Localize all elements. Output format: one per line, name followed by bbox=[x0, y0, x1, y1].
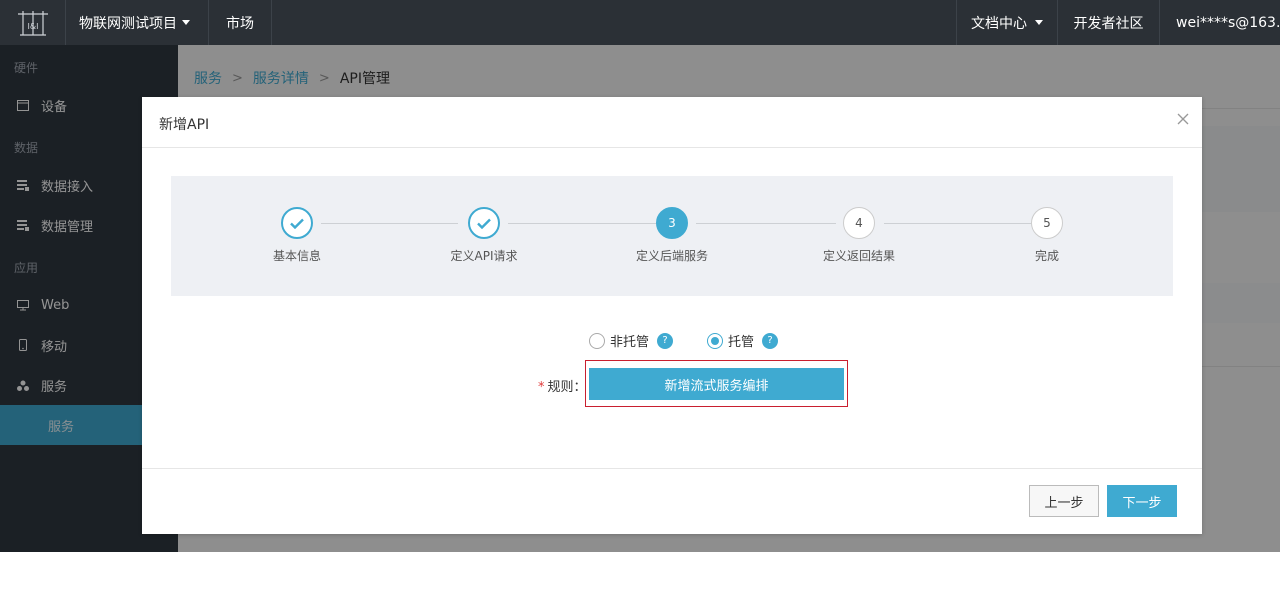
radio-unhosted[interactable] bbox=[589, 332, 605, 349]
brand-logo[interactable]: I&I bbox=[0, 0, 66, 45]
page-bottom bbox=[0, 552, 1280, 600]
nav-market-label: 市场 bbox=[226, 15, 254, 32]
step-complete: 5 完成 bbox=[987, 207, 1107, 264]
chevron-down-icon bbox=[1035, 20, 1043, 25]
rule-highlight-box: 新增流式服务编排 bbox=[585, 360, 848, 407]
user-email: wei****s@163.com bbox=[1176, 14, 1280, 31]
radio-hosted[interactable] bbox=[707, 332, 724, 349]
project-name: 物联网测试项目 bbox=[79, 15, 177, 32]
step-progress: 基本信息 定义API请求 3 定义后端服务 4 定义返回结果 5 完成 bbox=[171, 176, 1173, 296]
radio-label-hosted: 托管 bbox=[728, 335, 755, 350]
required-mark: * bbox=[538, 380, 545, 395]
top-navbar: I&I 物联网测试项目 市场 文档中心 开发者社区 wei****s@163.c… bbox=[0, 0, 1280, 45]
chevron-down-icon bbox=[182, 20, 190, 25]
nav-market[interactable]: 市场 bbox=[209, 0, 272, 45]
docs-label: 文档中心 bbox=[971, 15, 1027, 32]
step-number: 5 bbox=[1031, 207, 1063, 239]
help-icon[interactable]: ? bbox=[762, 332, 779, 349]
step-number: 3 bbox=[656, 207, 688, 239]
rule-field-label: * 规则： bbox=[538, 376, 587, 395]
dialog-footer-divider bbox=[142, 468, 1202, 469]
step-basic-info: 基本信息 bbox=[237, 207, 357, 264]
add-stream-orchestration-button[interactable]: 新增流式服务编排 bbox=[589, 368, 844, 400]
previous-step-button[interactable]: 上一步 bbox=[1029, 485, 1099, 517]
dialog-title: 新增API bbox=[159, 117, 210, 133]
step-define-request: 定义API请求 bbox=[424, 207, 544, 264]
rule-label-text: 规则： bbox=[547, 380, 587, 395]
step-label: 完成 bbox=[1034, 249, 1059, 263]
user-account[interactable]: wei****s@163.com bbox=[1159, 0, 1280, 45]
project-selector[interactable]: 物联网测试项目 bbox=[66, 0, 209, 45]
step-number: 4 bbox=[843, 207, 875, 239]
close-icon[interactable] bbox=[1176, 111, 1190, 125]
step-label: 定义API请求 bbox=[450, 249, 518, 263]
check-icon bbox=[468, 207, 500, 239]
radio-label-unhosted: 非托管 bbox=[610, 335, 650, 350]
next-step-button[interactable]: 下一步 bbox=[1107, 485, 1177, 517]
add-api-dialog: 新增API 基本信息 定义API请求 3 定义后端服务 4 定义返回结果 5 完… bbox=[142, 97, 1202, 534]
help-icon[interactable]: ? bbox=[657, 332, 674, 349]
logo-icon: I&I bbox=[17, 10, 48, 36]
step-define-backend: 3 定义后端服务 bbox=[612, 207, 732, 264]
nav-community[interactable]: 开发者社区 bbox=[1057, 0, 1159, 45]
step-label: 定义返回结果 bbox=[822, 249, 895, 263]
hosting-radio-group: 非托管 ? 托管 ? bbox=[589, 331, 779, 350]
check-icon bbox=[281, 207, 313, 239]
step-label: 定义后端服务 bbox=[635, 249, 708, 263]
svg-text:I&I: I&I bbox=[27, 22, 38, 31]
community-label: 开发者社区 bbox=[1073, 15, 1144, 32]
dialog-header: 新增API bbox=[142, 97, 1202, 148]
step-label: 基本信息 bbox=[272, 249, 321, 263]
step-define-response: 4 定义返回结果 bbox=[799, 207, 919, 264]
docs-dropdown[interactable]: 文档中心 bbox=[956, 0, 1057, 45]
